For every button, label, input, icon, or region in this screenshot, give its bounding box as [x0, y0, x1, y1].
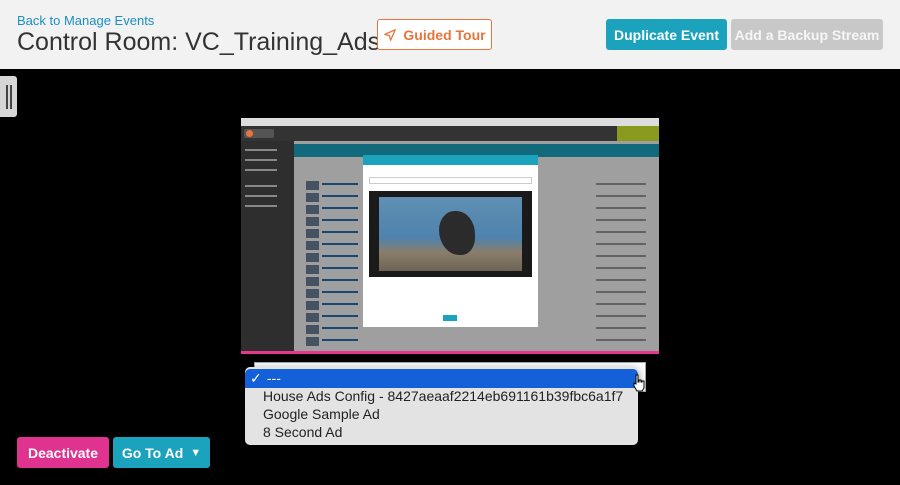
ad-option-house-ads[interactable]: House Ads Config - 8427aeaaf2214eb691161…	[245, 387, 638, 406]
video-player-frame	[369, 191, 532, 277]
back-to-events-link[interactable]: Back to Manage Events	[17, 13, 154, 28]
video-modal	[363, 155, 538, 327]
add-backup-stream-button[interactable]: Add a Backup Stream	[731, 19, 883, 50]
go-to-ad-label: Go To Ad	[121, 444, 184, 461]
ad-option-8-second[interactable]: 8 Second Ad	[245, 423, 638, 442]
video-logo	[244, 129, 274, 138]
header-bar: Back to Manage Events Control Room: VC_T…	[0, 0, 900, 69]
guided-tour-button[interactable]: Guided Tour	[377, 19, 492, 50]
drag-handle-icon[interactable]	[0, 76, 17, 117]
ad-option-none[interactable]: ✓ ---	[245, 369, 638, 388]
bird-photo	[379, 197, 522, 271]
guided-tour-label: Guided Tour	[403, 26, 486, 43]
navigation-arrow-icon	[384, 28, 397, 41]
page-title: Control Room: VC_Training_Ads	[17, 28, 381, 56]
hand-cursor-icon	[633, 374, 645, 392]
duplicate-event-button[interactable]: Duplicate Event	[606, 19, 727, 50]
video-browser-chrome	[241, 118, 659, 126]
video-progress-bar	[241, 351, 659, 354]
video-sidebar	[241, 141, 294, 354]
video-app-topbar	[241, 126, 659, 141]
go-to-ad-button[interactable]: Go To Ad ▼	[113, 437, 210, 468]
checkmark-icon: ✓	[250, 370, 262, 386]
ad-option-google-sample[interactable]: Google Sample Ad	[245, 405, 638, 424]
deactivate-button[interactable]: Deactivate	[17, 437, 109, 468]
caret-down-icon: ▼	[190, 446, 202, 459]
video-preview[interactable]	[241, 118, 659, 354]
ad-select-dropdown[interactable]: ✓ --- House Ads Config - 8427aeaaf2214eb…	[245, 367, 638, 445]
